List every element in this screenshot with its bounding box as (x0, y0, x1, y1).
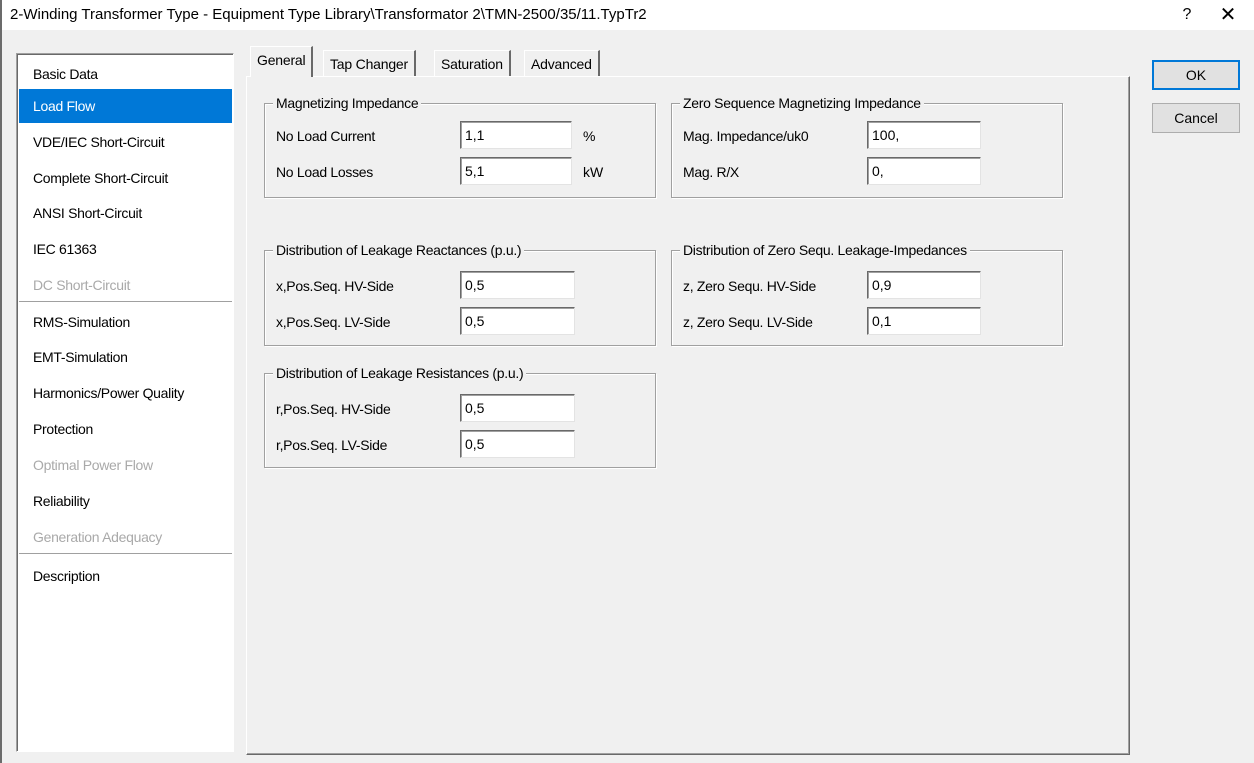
z-lv-side-label: z, Zero Sequ. LV-Side (683, 314, 813, 330)
title-bar: 2-Winding Transformer Type - Equipment T… (2, 0, 1254, 30)
close-button[interactable]: ✕ (1210, 3, 1246, 27)
nav-item-vde-iec-short-circuit[interactable]: VDE/IEC Short-Circuit (19, 125, 232, 159)
group-title: Magnetizing Impedance (273, 94, 422, 112)
no-load-current-label: No Load Current (276, 128, 376, 144)
no-load-current-unit: % (583, 128, 596, 144)
nav-item-complete-short-circuit[interactable]: Complete Short-Circuit (19, 161, 232, 195)
nav-item-basic-data[interactable]: Basic Data (19, 57, 232, 91)
nav-separator (19, 553, 232, 555)
mag-impedance-field[interactable] (867, 121, 981, 149)
no-load-losses-unit: kW (583, 164, 604, 180)
no-load-losses-field[interactable] (460, 157, 572, 185)
group-title: Zero Sequence Magnetizing Impedance (680, 94, 924, 112)
group-title: Distribution of Zero Sequ. Leakage-Imped… (680, 241, 970, 259)
nav-item-rms-simulation[interactable]: RMS-Simulation (19, 305, 232, 339)
group-title: Distribution of Leakage Reactances (p.u.… (273, 241, 525, 259)
ok-button[interactable]: OK (1152, 60, 1240, 90)
z-lv-side-field[interactable] (867, 307, 981, 335)
tab-tap-changer[interactable]: Tap Changer (323, 50, 416, 76)
window-title: 2-Winding Transformer Type - Equipment T… (10, 6, 647, 23)
r-hv-side-label: r,Pos.Seq. HV-Side (276, 401, 391, 417)
help-button[interactable]: ? (1172, 3, 1202, 27)
nav-item-reliability[interactable]: Reliability (19, 484, 232, 518)
group-title: Distribution of Leakage Resistances (p.u… (273, 364, 527, 382)
nav-item-iec-61363[interactable]: IEC 61363 (19, 232, 232, 266)
x-lv-side-label: x,Pos.Seq. LV-Side (276, 314, 391, 330)
tab-advanced[interactable]: Advanced (524, 50, 600, 76)
nav-item-harmonics-power-quality[interactable]: Harmonics/Power Quality (19, 376, 232, 410)
nav-item-dc-short-circuit: DC Short-Circuit (33, 277, 131, 293)
x-lv-side-field[interactable] (460, 307, 575, 335)
nav-item-optimal-power-flow: Optimal Power Flow (33, 457, 153, 473)
nav-separator (19, 301, 232, 303)
x-hv-side-field[interactable] (460, 271, 575, 299)
page-list: Basic Data Load Flow VDE/IEC Short-Circu… (16, 53, 234, 752)
r-hv-side-field[interactable] (460, 394, 575, 422)
nav-item-protection[interactable]: Protection (19, 412, 232, 446)
nav-item-ansi-short-circuit[interactable]: ANSI Short-Circuit (19, 196, 232, 230)
mag-rx-label: Mag. R/X (683, 164, 739, 180)
no-load-losses-label: No Load Losses (276, 164, 373, 180)
nav-item-description[interactable]: Description (19, 559, 232, 593)
no-load-current-field[interactable] (460, 121, 572, 149)
tab-saturation[interactable]: Saturation (434, 50, 511, 76)
x-hv-side-label: x,Pos.Seq. HV-Side (276, 278, 394, 294)
mag-rx-field[interactable] (867, 157, 981, 185)
window-border (0, 0, 2, 763)
r-lv-side-field[interactable] (460, 430, 575, 458)
r-lv-side-label: r,Pos.Seq. LV-Side (276, 437, 388, 453)
cancel-button[interactable]: Cancel (1152, 103, 1240, 133)
tab-general[interactable]: General (250, 46, 314, 77)
nav-item-emt-simulation[interactable]: EMT-Simulation (19, 340, 232, 374)
z-hv-side-field[interactable] (867, 271, 981, 299)
z-hv-side-label: z, Zero Sequ. HV-Side (683, 278, 816, 294)
nav-item-generation-adequacy: Generation Adequacy (33, 529, 162, 545)
nav-item-load-flow[interactable]: Load Flow (19, 89, 232, 123)
mag-impedance-label: Mag. Impedance/uk0 (683, 128, 809, 144)
